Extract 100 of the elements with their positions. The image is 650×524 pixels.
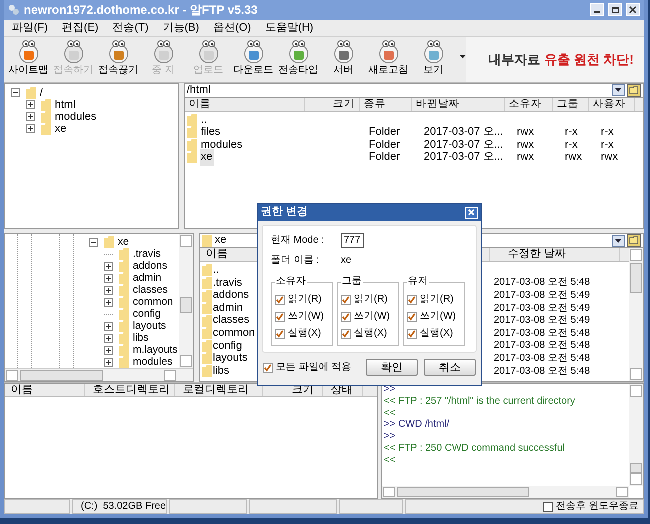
toolbar-button[interactable]: 전송타입 <box>276 39 321 82</box>
folder-icon <box>187 151 197 164</box>
folder-up-icon[interactable] <box>627 234 641 248</box>
dialog-title: 권한 변경 <box>261 205 310 220</box>
checkbox[interactable] <box>341 328 351 338</box>
dropdown-button[interactable] <box>612 234 625 247</box>
check-icon <box>276 330 284 338</box>
check-icon <box>276 296 284 304</box>
menu-item[interactable]: 옵션(O) <box>213 20 252 36</box>
toolbar-button[interactable]: 보기 <box>411 39 456 82</box>
column-header[interactable]: 그룹 <box>553 98 589 111</box>
dialog-button[interactable]: 취소 <box>424 359 476 376</box>
checkbox[interactable] <box>341 312 351 322</box>
minimize-button[interactable] <box>590 3 604 16</box>
log-line: << FTP : 257 "/html" is the current directory <box>384 396 576 408</box>
folder-name[interactable]: common <box>133 296 174 308</box>
toolbar-button[interactable]: 서버 <box>321 39 366 82</box>
expand-icon[interactable] <box>104 322 113 331</box>
close-button[interactable] <box>465 206 478 218</box>
expand-icon[interactable] <box>104 274 113 283</box>
column-header[interactable]: 종류 <box>360 98 412 111</box>
collapse-icon[interactable] <box>11 88 20 98</box>
folder-name[interactable]: admin <box>133 272 162 284</box>
checkbox[interactable] <box>263 362 273 372</box>
group-title: 유저 <box>407 276 429 288</box>
horizontal-scrollbar[interactable] <box>382 486 629 498</box>
maximize-button[interactable] <box>608 3 622 16</box>
checkbox[interactable] <box>275 312 285 322</box>
checkbox[interactable] <box>407 312 417 322</box>
close-button[interactable] <box>626 3 640 16</box>
folder-up-icon[interactable] <box>627 84 641 97</box>
toolbar-button[interactable]: 새로고침 <box>366 39 411 82</box>
folder-name[interactable]: m.layouts <box>133 344 178 356</box>
table-cell-text: 2017-03-08 오전 5:48 <box>493 276 590 290</box>
folder-icon <box>119 356 129 368</box>
column-header[interactable]: 수정한 날짜 <box>490 248 620 262</box>
collapse-icon[interactable] <box>89 238 98 247</box>
log-line: >> <box>384 431 397 443</box>
table-cell-text: 2017-03-08 오전 5:48 <box>493 352 590 366</box>
menu-item[interactable]: 전송(T) <box>112 20 149 36</box>
folder-name[interactable]: modules <box>55 110 97 123</box>
folder-name[interactable]: libs <box>133 332 149 344</box>
expand-icon[interactable] <box>26 112 35 122</box>
column-header[interactable]: 이름 <box>185 98 305 111</box>
folder-icon <box>119 320 129 332</box>
checkbox-label: 읽기(R) <box>288 293 322 307</box>
expand-icon[interactable] <box>104 286 113 295</box>
dialog-button[interactable]: 확인 <box>366 359 418 376</box>
folder-icon <box>202 365 212 378</box>
checkbox[interactable] <box>543 502 554 512</box>
expand-icon[interactable] <box>26 100 35 110</box>
menu-item[interactable]: 기능(B) <box>162 20 200 36</box>
expand-icon[interactable] <box>26 124 35 134</box>
column-header[interactable]: 크기 <box>305 98 360 111</box>
status-segment <box>339 499 403 514</box>
toolbar-button[interactable]: 다운로드 <box>231 39 276 82</box>
vertical-scrollbar[interactable] <box>629 384 643 486</box>
dropdown-arrow-icon[interactable] <box>460 55 466 60</box>
folder-name[interactable]: classes <box>133 284 168 296</box>
column-header[interactable]: 바뀐날짜 <box>412 98 505 111</box>
expand-icon[interactable] <box>104 334 113 343</box>
menu-item[interactable]: 편집(E) <box>62 20 99 36</box>
checkbox[interactable] <box>407 294 417 304</box>
toolbar-button[interactable]: 사이트맵 <box>6 39 51 82</box>
folder-icon <box>119 260 129 272</box>
toolbar-button[interactable]: 접속끊기 <box>96 39 141 82</box>
folder-name[interactable]: xe <box>55 122 67 135</box>
folder-name[interactable]: xe <box>118 236 130 248</box>
folder-name[interactable]: html <box>55 98 76 111</box>
checkbox[interactable] <box>341 294 351 304</box>
column-header[interactable]: 사용자 <box>589 98 635 111</box>
expand-icon[interactable] <box>104 298 113 307</box>
expand-icon[interactable] <box>104 346 113 355</box>
vertical-scrollbar[interactable] <box>629 248 643 382</box>
expand-icon[interactable] <box>104 358 113 367</box>
table-cell-text: rwx <box>516 150 536 166</box>
mode-field[interactable]: 777 <box>341 232 364 248</box>
expand-icon[interactable] <box>104 262 113 271</box>
folder-icon <box>104 236 114 248</box>
vertical-scrollbar[interactable] <box>179 234 193 368</box>
folder-name[interactable]: / <box>40 86 44 99</box>
checkbox[interactable] <box>407 328 417 338</box>
checkbox[interactable] <box>275 294 285 304</box>
file-name[interactable]: xe <box>200 149 214 166</box>
folder-name[interactable]: config <box>133 308 162 320</box>
horizontal-scrollbar[interactable] <box>5 368 193 382</box>
folder-name[interactable]: modules <box>133 356 173 368</box>
folder-name[interactable]: .travis <box>133 248 162 260</box>
column-header[interactable]: 소유자 <box>505 98 553 111</box>
folder-name[interactable]: layouts <box>133 320 166 332</box>
dropdown-button[interactable] <box>612 84 625 96</box>
folder-icon <box>26 86 36 99</box>
column-header[interactable]: 이름 <box>5 384 85 396</box>
menu-item[interactable]: 도움말(H) <box>265 20 314 36</box>
column-header[interactable]: 호스트디렉토리 <box>85 384 175 396</box>
folder-name[interactable]: addons <box>133 260 168 272</box>
checkbox[interactable] <box>275 328 285 338</box>
folder-icon <box>119 248 129 260</box>
menu-item[interactable]: 파일(F) <box>12 20 48 36</box>
table-cell-text: r-x <box>600 125 615 140</box>
